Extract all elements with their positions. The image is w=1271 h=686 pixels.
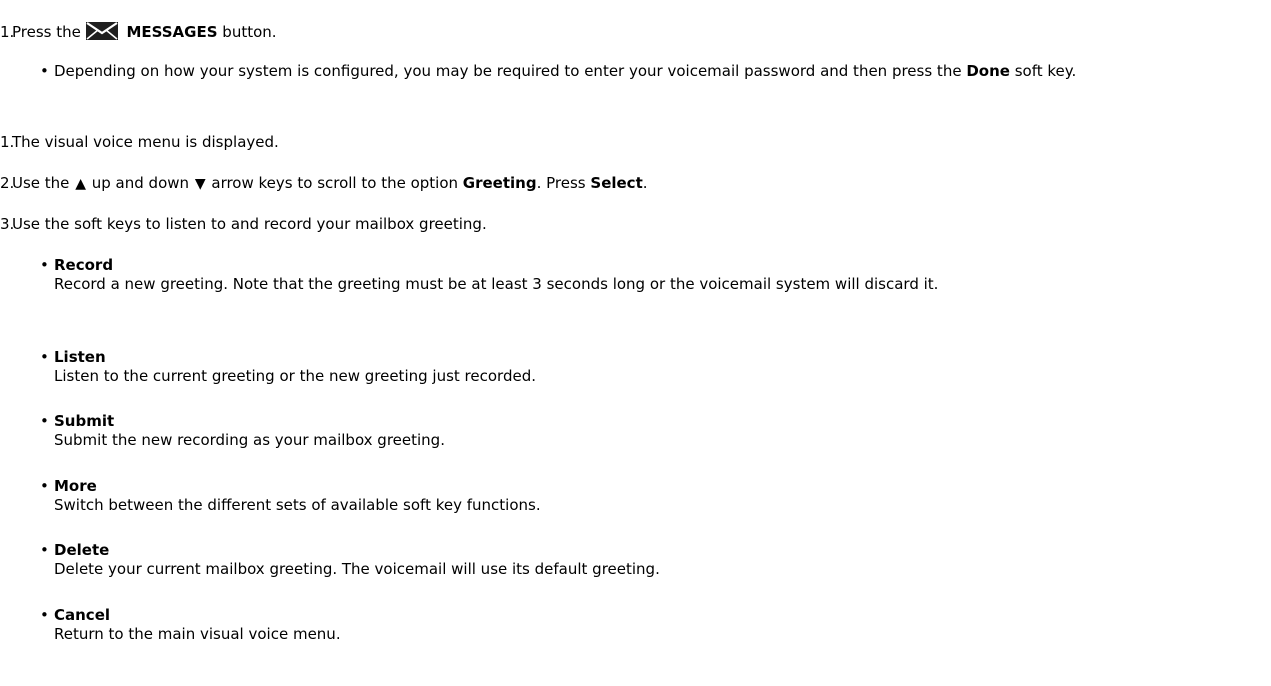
step-text-mid2: arrow keys to scroll to the option [211, 174, 459, 192]
step-text: Press the [12, 23, 81, 41]
bullet-dot: • [40, 606, 49, 624]
step-text: Use the [12, 174, 70, 192]
softkey-description: Return to the main visual voice menu. [54, 625, 341, 643]
step-number: 2. [0, 174, 15, 192]
softkey-more: • More Switch between the different sets… [40, 477, 1261, 515]
step-press-messages: 1. Press the MESSAGES button. [0, 21, 1261, 46]
bullet-dot: • [40, 348, 49, 366]
envelope-icon [85, 21, 118, 46]
step-text-end: button. [222, 23, 277, 41]
softkey-name: More [54, 477, 97, 495]
select-label: Select [590, 174, 643, 192]
softkey-listen: • Listen Listen to the current greeting … [40, 348, 1261, 386]
softkey-name: Record [54, 256, 114, 274]
softkey-delete: • Delete Delete your current mailbox gre… [40, 541, 1261, 579]
step-text-end: . [642, 174, 648, 192]
note-text: Depending on how your system is configur… [54, 62, 962, 80]
softkey-cancel: • Cancel Return to the main visual voice… [40, 606, 1261, 644]
softkey-name: Cancel [54, 606, 111, 624]
bullet-dot: • [40, 477, 49, 495]
step-number: 1. [0, 133, 15, 151]
password-note: • Depending on how your system is config… [40, 62, 1261, 81]
greeting-label: Greeting [462, 174, 537, 192]
bullet-dot: • [40, 541, 49, 559]
instructions-page: 1. Press the MESSAGES button. • Dependin… [0, 0, 1271, 686]
step-text-mid: up and down [91, 174, 190, 192]
softkey-description: Delete your current mailbox greeting. Th… [54, 560, 660, 578]
down-arrow-icon: ▼ [194, 176, 206, 192]
softkey-name: Listen [54, 348, 106, 366]
up-arrow-icon: ▲ [75, 176, 86, 192]
softkey-name: Delete [54, 541, 110, 559]
step-use-softkeys: 3. Use the soft keys to listen to and re… [0, 215, 1261, 234]
step-text-mid3: . Press [536, 174, 586, 192]
softkey-submit: • Submit Submit the new recording as you… [40, 412, 1261, 450]
step-scroll-greeting: 2. Use the ▲ up and down ▼ arrow keys to… [0, 174, 1261, 194]
step-text: Use the soft keys to listen to and recor… [12, 215, 487, 233]
step-number: 3. [0, 215, 15, 233]
messages-label: MESSAGES [126, 23, 218, 41]
step-number: 1. [0, 23, 15, 41]
softkey-description: Listen to the current greeting or the ne… [54, 367, 536, 385]
step-text: The visual voice menu is displayed. [12, 133, 279, 151]
softkey-description: Switch between the different sets of ava… [54, 496, 541, 514]
note-text-end: soft key. [1014, 62, 1077, 80]
softkey-name: Submit [54, 412, 115, 430]
softkey-record: • Record Record a new greeting. Note tha… [40, 256, 1261, 294]
bullet-dot: • [40, 256, 49, 274]
softkey-description: Submit the new recording as your mailbox… [54, 431, 445, 449]
step-menu-displayed: 1. The visual voice menu is displayed. [0, 133, 1261, 152]
bullet-dot: • [40, 62, 49, 80]
bullet-dot: • [40, 412, 49, 430]
softkey-description: Record a new greeting. Note that the gre… [54, 275, 939, 293]
done-label: Done [966, 62, 1010, 80]
